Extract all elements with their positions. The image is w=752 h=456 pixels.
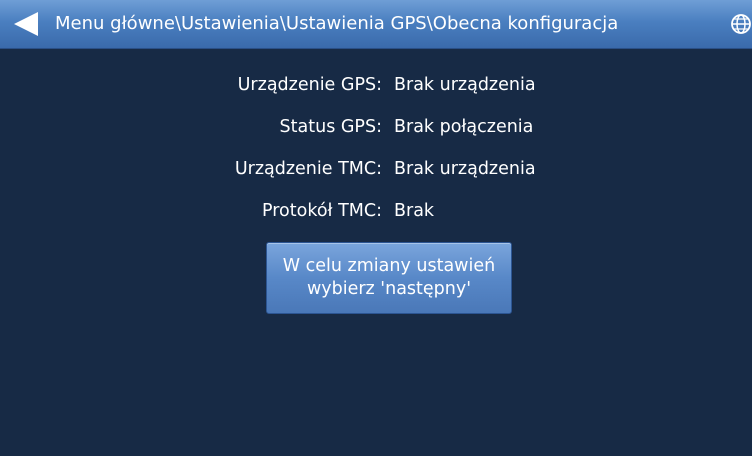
globe-icon [731, 14, 751, 34]
next-button-line2: wybierz 'następny' [306, 279, 472, 299]
globe-button[interactable] [730, 13, 752, 35]
config-label: Status GPS: [279, 117, 382, 137]
back-arrow-icon [14, 12, 38, 36]
breadcrumb: Menu główne\Ustawienia\Ustawienia GPS\Ob… [55, 13, 619, 34]
back-button[interactable] [12, 11, 40, 37]
config-label: Protokół TMC: [262, 201, 382, 221]
title-bar: Menu główne\Ustawienia\Ustawienia GPS\Ob… [0, 0, 752, 49]
config-row-gps-status: Status GPS: Brak połączenia [0, 106, 752, 148]
config-value: Brak [394, 201, 435, 221]
config-value: Brak urządzenia [394, 159, 536, 179]
config-row-tmc-device: Urządzenie TMC: Brak urządzenia [0, 148, 752, 190]
config-value: Brak połączenia [394, 117, 534, 137]
config-row-gps-device: Urządzenie GPS: Brak urządzenia [0, 64, 752, 106]
config-label: Urządzenie TMC: [234, 159, 382, 179]
next-button[interactable]: W celu zmiany ustawień wybierz 'następny… [266, 242, 512, 314]
config-value: Brak urządzenia [394, 75, 536, 95]
config-row-tmc-protocol: Protokół TMC: Brak [0, 190, 752, 232]
next-button-line1: W celu zmiany ustawień [282, 256, 496, 276]
config-label: Urządzenie GPS: [237, 75, 382, 95]
config-list: Urządzenie GPS: Brak urządzenia Status G… [0, 64, 752, 232]
